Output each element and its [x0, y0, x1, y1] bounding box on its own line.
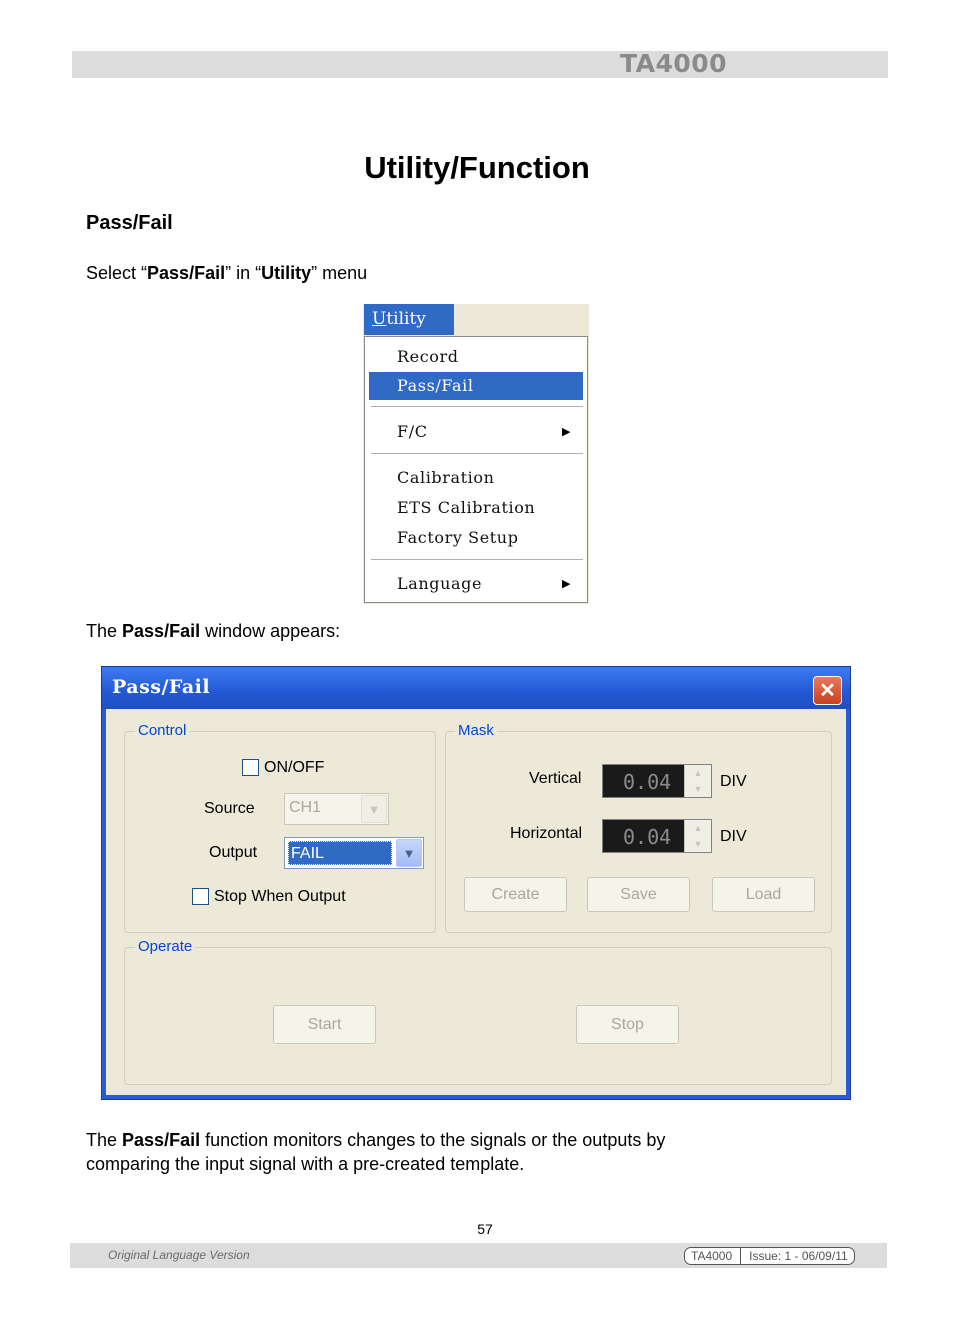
utility-menu-dropdown: Record Pass/Fail F/C ▶ Calibration ETS Ca… [364, 336, 588, 603]
window-intro-paragraph: The Pass/Fail window appears: [86, 621, 341, 641]
chevron-down-icon[interactable]: ▼ [685, 836, 711, 852]
horizontal-label: Horizontal [510, 825, 583, 842]
footer-version: Original Language Version [108, 1248, 250, 1262]
onoff-checkbox[interactable] [242, 759, 259, 776]
onoff-label: ON/OFF [264, 759, 325, 776]
chevron-down-icon: ▼ [361, 795, 387, 823]
stop-button[interactable]: Stop [576, 1005, 679, 1044]
vertical-spinbox[interactable]: 0.04 ▲ ▼ [602, 764, 712, 798]
menu-item-pass-fail[interactable]: Pass/Fail [369, 372, 583, 400]
submenu-arrow-icon: ▶ [561, 425, 571, 438]
output-select[interactable]: FAIL ▼ [284, 837, 424, 869]
window-body: Control ON/OFF Source CH1 ▼ Output FAIL … [106, 709, 846, 1095]
chevron-down-icon: ▼ [396, 839, 422, 867]
source-label: Source [204, 800, 255, 817]
footer-issue: Issue: 1 - 06/09/11 [749, 1249, 848, 1263]
chevron-up-icon[interactable]: ▲ [685, 820, 711, 836]
output-value: FAIL [288, 841, 392, 865]
window-title: Pass/Fail [112, 676, 211, 698]
horizontal-spinbox[interactable]: 0.04 ▲ ▼ [602, 819, 712, 853]
menu-separator [371, 559, 583, 561]
start-button[interactable]: Start [273, 1005, 376, 1044]
header-product-name: TA4000 [620, 49, 728, 78]
close-button[interactable]: ✕ [813, 676, 842, 705]
output-label: Output [209, 844, 258, 861]
utility-menu: Utility Record Pass/Fail F/C ▶ Calibratio… [363, 304, 589, 604]
operate-group-label: Operate [135, 938, 196, 955]
pass-fail-window: Pass/Fail ✕ Control ON/OFF Source CH1 ▼ … [101, 666, 851, 1100]
menu-item-calibration[interactable]: Calibration [369, 464, 583, 492]
menu-item-factory-setup[interactable]: Factory Setup [369, 524, 583, 552]
footer-product: TA4000 [691, 1249, 733, 1263]
source-select[interactable]: CH1 ▼ [284, 793, 389, 825]
chevron-up-icon[interactable]: ▲ [685, 765, 711, 781]
mask-group-label: Mask [455, 722, 497, 739]
page-number: 57 [477, 1221, 493, 1237]
page-title: Utility/Function [364, 150, 590, 185]
utility-menu-title[interactable]: Utility [364, 304, 454, 335]
menu-separator [371, 453, 583, 455]
header-band [72, 51, 888, 78]
menu-item-record[interactable]: Record [369, 343, 583, 371]
create-button[interactable]: Create [464, 877, 567, 912]
menu-item-language[interactable]: Language ▶ [369, 570, 583, 598]
footer-issue-box: TA4000 Issue: 1 - 06/09/11 [684, 1247, 855, 1265]
menu-item-ets-calibration[interactable]: ETS Calibration [369, 494, 583, 522]
window-titlebar[interactable]: Pass/Fail ✕ [102, 667, 850, 709]
save-button[interactable]: Save [587, 877, 690, 912]
vertical-unit: DIV [720, 773, 747, 790]
close-icon: ✕ [819, 680, 836, 702]
submenu-arrow-icon: ▶ [561, 577, 571, 590]
horizontal-unit: DIV [720, 828, 747, 845]
source-value: CH1 [289, 799, 322, 816]
stop-when-output-label: Stop When Output [214, 888, 346, 905]
control-group-label: Control [135, 722, 190, 739]
load-button[interactable]: Load [712, 877, 815, 912]
description-paragraph: The Pass/Fail function monitors changes … [86, 1130, 666, 1174]
chevron-down-icon[interactable]: ▼ [685, 781, 711, 797]
spin-buttons: ▲ ▼ [684, 765, 711, 797]
menu-item-fc[interactable]: F/C ▶ [369, 418, 583, 446]
section-heading: Pass/Fail [86, 212, 173, 234]
menu-separator [371, 406, 583, 408]
intro-paragraph: Select “Pass/Fail” in “Utility” menu [86, 263, 368, 283]
vertical-value: 0.04 [623, 770, 672, 794]
vertical-label: Vertical [529, 770, 582, 787]
stop-when-output-checkbox[interactable] [192, 888, 209, 905]
operate-group [124, 947, 832, 1085]
horizontal-value: 0.04 [623, 825, 672, 849]
spin-buttons: ▲ ▼ [684, 820, 711, 852]
